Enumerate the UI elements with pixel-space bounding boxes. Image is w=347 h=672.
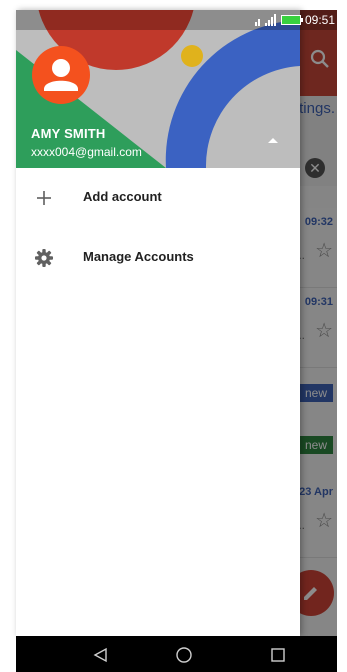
menu-item-label: Add account bbox=[83, 189, 162, 204]
back-icon[interactable] bbox=[90, 646, 110, 664]
battery-icon bbox=[280, 15, 303, 25]
account-switcher-caret-icon[interactable] bbox=[268, 138, 278, 143]
account-email: xxxx004@gmail.com bbox=[31, 145, 142, 159]
signal-icon bbox=[254, 14, 276, 26]
menu-item-add-account[interactable]: Add account bbox=[16, 168, 300, 228]
plus-icon bbox=[37, 191, 51, 205]
person-icon bbox=[44, 59, 78, 91]
gear-icon bbox=[35, 249, 53, 267]
menu-item-manage-accounts[interactable]: Manage Accounts bbox=[16, 228, 300, 288]
system-nav-bar bbox=[16, 636, 337, 672]
recents-icon[interactable] bbox=[268, 646, 288, 664]
phone-frame: ttings. ✕ 09:32 0... ☆ 09:31 x... ☆ new … bbox=[0, 0, 347, 672]
menu-item-label: Manage Accounts bbox=[83, 249, 194, 264]
account-name: AMY SMITH bbox=[31, 126, 106, 141]
drawer-header[interactable]: AMY SMITH xxxx004@gmail.com bbox=[16, 10, 300, 168]
status-bar: 09:51 bbox=[16, 10, 337, 30]
status-time: 09:51 bbox=[304, 13, 335, 27]
navigation-drawer: AMY SMITH xxxx004@gmail.com Add account bbox=[16, 10, 300, 636]
home-icon[interactable] bbox=[174, 646, 194, 664]
avatar[interactable] bbox=[32, 46, 90, 104]
